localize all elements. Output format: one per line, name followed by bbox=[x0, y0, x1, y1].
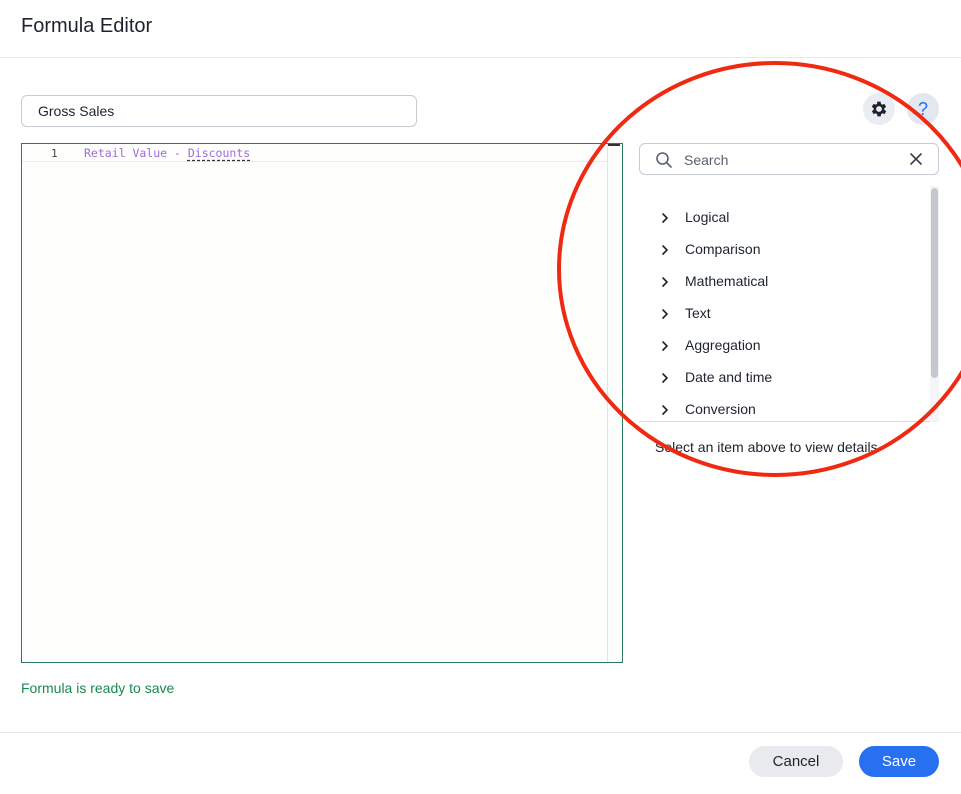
chevron-right-icon bbox=[662, 341, 668, 351]
cancel-button[interactable]: Cancel bbox=[749, 746, 843, 777]
chevron-right-icon bbox=[662, 373, 668, 383]
dialog-title: Formula Editor bbox=[21, 15, 153, 37]
category-text[interactable]: Text bbox=[639, 300, 929, 326]
function-category-list: Logical Comparison Mathematical Text Agg… bbox=[639, 186, 939, 422]
details-hint: Select an item above to view details bbox=[655, 439, 878, 455]
search-icon bbox=[656, 152, 672, 168]
category-label: Conversion bbox=[685, 401, 756, 417]
chevron-right-icon bbox=[662, 245, 668, 255]
category-label: Logical bbox=[685, 209, 730, 225]
help-icon: ? bbox=[917, 98, 928, 119]
category-mathematical[interactable]: Mathematical bbox=[639, 268, 929, 294]
close-icon[interactable] bbox=[910, 153, 922, 165]
code-text: Retail Value - bbox=[84, 146, 188, 160]
category-date-and-time[interactable]: Date and time bbox=[639, 364, 929, 390]
scrollbar-thumb[interactable] bbox=[931, 188, 938, 378]
formula-code[interactable]: Retail Value - Discounts bbox=[84, 146, 250, 160]
category-label: Aggregation bbox=[685, 337, 761, 353]
chevron-right-icon bbox=[662, 405, 668, 415]
category-label: Date and time bbox=[685, 369, 773, 385]
editor-line: 1 Retail Value - Discounts bbox=[22, 144, 608, 162]
formula-name-input[interactable] bbox=[21, 95, 417, 127]
chevron-right-icon bbox=[662, 277, 668, 287]
chevron-right-icon bbox=[662, 309, 668, 319]
category-conversion[interactable]: Conversion bbox=[639, 396, 929, 421]
help-button[interactable]: ? bbox=[907, 93, 939, 125]
category-comparison[interactable]: Comparison bbox=[639, 236, 929, 262]
line-number: 1 bbox=[51, 147, 58, 160]
code-column-reference[interactable]: Discounts bbox=[188, 146, 250, 160]
search-input[interactable] bbox=[684, 148, 894, 172]
category-label: Text bbox=[685, 305, 711, 321]
gear-icon bbox=[871, 101, 887, 117]
category-logical[interactable]: Logical bbox=[639, 204, 929, 230]
scrollbar-cap bbox=[608, 144, 620, 146]
formula-editor-dialog: Formula Editor ? 1 Retail Value - Discou… bbox=[0, 0, 961, 794]
editor-scrollbar[interactable] bbox=[607, 144, 622, 662]
settings-button[interactable] bbox=[863, 93, 895, 125]
chevron-right-icon bbox=[662, 213, 668, 223]
category-label: Mathematical bbox=[685, 273, 769, 289]
category-list-scrollbar[interactable] bbox=[930, 186, 939, 422]
category-label: Comparison bbox=[685, 241, 761, 257]
formula-code-editor[interactable]: 1 Retail Value - Discounts bbox=[21, 143, 623, 663]
formula-status-message: Formula is ready to save bbox=[21, 680, 175, 696]
save-button[interactable]: Save bbox=[859, 746, 939, 777]
function-search[interactable] bbox=[639, 143, 939, 175]
category-aggregation[interactable]: Aggregation bbox=[639, 332, 929, 358]
dialog-header: Formula Editor bbox=[0, 0, 961, 58]
